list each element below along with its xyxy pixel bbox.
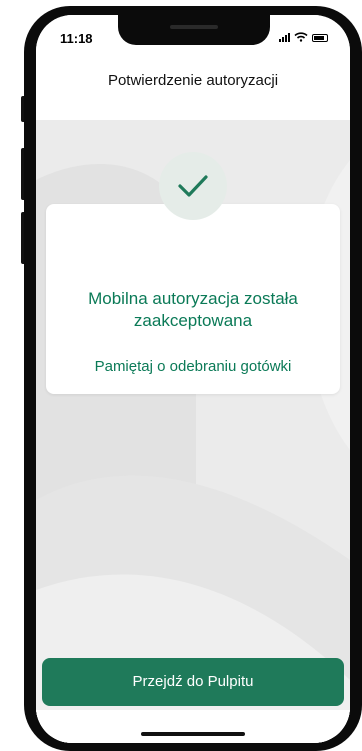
- bottom-safe-area: [36, 710, 350, 743]
- home-indicator[interactable]: [141, 732, 245, 736]
- status-time: 11:18: [60, 31, 93, 46]
- camera-notch: [118, 15, 270, 45]
- confirmation-title: Mobilna autoryzacja została zaakceptowan…: [66, 288, 320, 332]
- battery-icon: [312, 34, 328, 42]
- confirmation-title-line1: Mobilna autoryzacja została: [88, 289, 298, 308]
- wifi-icon: [294, 32, 308, 42]
- go-to-dashboard-button[interactable]: Przejdź do Pulpitu: [42, 658, 344, 706]
- phone-screen: 11:18 Potwierdzenie autoryzacji Mobilna …: [36, 15, 350, 743]
- status-icons: [279, 32, 328, 42]
- success-badge: [159, 152, 227, 220]
- confirmation-title-line2: zaakceptowana: [133, 311, 253, 330]
- check-icon: [178, 175, 208, 197]
- confirmation-subtitle: Pamiętaj o odebraniu gotówki: [94, 358, 292, 375]
- page-title: Potwierdzenie autoryzacji: [107, 72, 279, 89]
- signal-icon: [279, 32, 290, 42]
- app-header: Potwierdzenie autoryzacji: [36, 55, 350, 120]
- device-frame: 11:18 Potwierdzenie autoryzacji Mobilna …: [0, 0, 362, 751]
- speaker-grill: [170, 25, 218, 29]
- confirmation-card: Mobilna autoryzacja została zaakceptowan…: [46, 204, 340, 394]
